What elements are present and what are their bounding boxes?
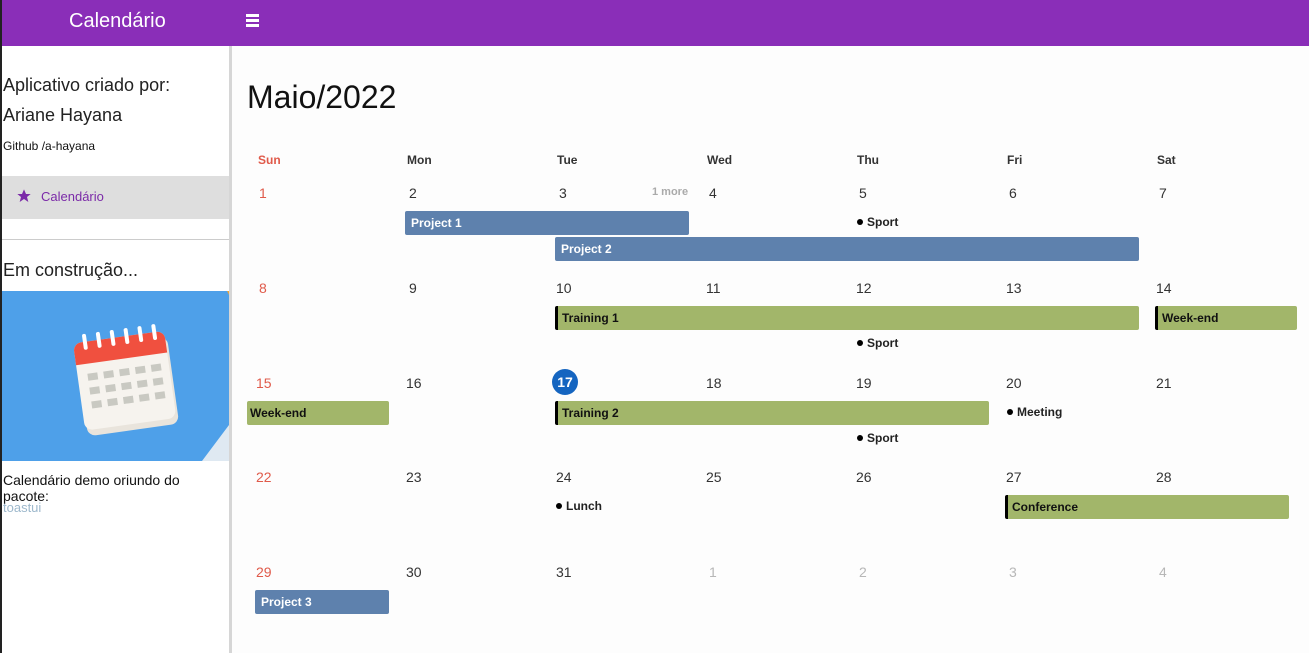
- weekday-header: Wed: [707, 153, 733, 167]
- day-cell[interactable]: 22: [256, 469, 280, 485]
- event-lunch[interactable]: Lunch: [556, 498, 602, 514]
- event-project3[interactable]: Project 3: [255, 590, 389, 614]
- day-cell[interactable]: 2: [409, 185, 433, 201]
- weekday-header: Tue: [557, 153, 578, 167]
- event-project1[interactable]: Project 1: [405, 211, 689, 235]
- calendar-panel: Maio/2022 Sun Mon Tue Wed Thu Fri Sat 1 …: [232, 46, 1309, 653]
- sidebar-item-label: Calendário: [41, 189, 104, 204]
- event-weekend[interactable]: Week-end: [1155, 306, 1297, 330]
- day-cell[interactable]: 26: [856, 469, 880, 485]
- day-cell[interactable]: 2: [859, 564, 883, 580]
- day-cell[interactable]: 31: [556, 564, 580, 580]
- weekday-header: Sun: [258, 153, 281, 167]
- day-cell[interactable]: 19: [856, 375, 880, 391]
- event-sport[interactable]: Sport: [857, 214, 898, 230]
- top-app-bar: Calendário: [0, 0, 1309, 46]
- event-sport[interactable]: Sport: [857, 430, 898, 446]
- weekday-header: Sat: [1157, 153, 1176, 167]
- day-cell[interactable]: 29: [256, 564, 280, 580]
- created-by-label: Aplicativo criado por:: [3, 75, 171, 95]
- github-label: Github /a-hayana: [3, 139, 96, 153]
- day-cell[interactable]: 3: [1009, 564, 1033, 580]
- sidebar: Aplicativo criado por: Ariane Hayana Git…: [2, 46, 232, 653]
- calendar-icon: [74, 291, 232, 461]
- sidebar-divider: [2, 239, 229, 240]
- day-cell[interactable]: 5: [859, 185, 883, 201]
- weekday-header: Thu: [857, 153, 879, 167]
- day-cell[interactable]: 25: [706, 469, 730, 485]
- day-cell[interactable]: 4: [1159, 564, 1183, 580]
- day-cell[interactable]: 6: [1009, 185, 1033, 201]
- sidebar-item-calendar[interactable]: Calendário: [2, 176, 229, 219]
- event-meeting[interactable]: Meeting: [1007, 404, 1062, 420]
- event-weekend[interactable]: Week-end: [247, 401, 389, 425]
- day-cell[interactable]: 18: [706, 375, 730, 391]
- calendar-illustration: [2, 291, 232, 461]
- more-events-link[interactable]: 1 more: [652, 186, 688, 198]
- day-cell[interactable]: 13: [1006, 280, 1030, 296]
- day-cell[interactable]: 24: [556, 469, 580, 485]
- day-cell[interactable]: 1: [709, 564, 733, 580]
- day-cell[interactable]: 8: [259, 280, 283, 296]
- day-cell[interactable]: 7: [1159, 185, 1183, 201]
- hamburger-icon[interactable]: [246, 12, 262, 28]
- day-cell[interactable]: 10: [556, 280, 580, 296]
- day-cell[interactable]: 28: [1156, 469, 1180, 485]
- event-training1[interactable]: Training 1: [555, 306, 1139, 330]
- day-cell[interactable]: 1: [259, 185, 283, 201]
- event-conference[interactable]: Conference: [1005, 495, 1289, 519]
- weekday-header: Fri: [1007, 153, 1023, 167]
- event-project2[interactable]: Project 2: [555, 237, 1139, 261]
- event-sport[interactable]: Sport: [857, 335, 898, 351]
- day-cell[interactable]: 4: [709, 185, 733, 201]
- author-name: Ariane Hayana: [3, 105, 123, 125]
- package-link[interactable]: toastui: [3, 500, 41, 515]
- day-cell[interactable]: 9: [409, 280, 433, 296]
- day-cell[interactable]: 16: [406, 375, 430, 391]
- day-cell[interactable]: 21: [1156, 375, 1180, 391]
- day-cell[interactable]: 23: [406, 469, 430, 485]
- today-marker[interactable]: 17: [552, 369, 578, 395]
- day-cell[interactable]: 20: [1006, 375, 1030, 391]
- day-cell[interactable]: 30: [406, 564, 430, 580]
- month-title: Maio/2022: [247, 79, 397, 115]
- day-cell[interactable]: 12: [856, 280, 880, 296]
- app-title: Calendário: [69, 10, 166, 32]
- weekday-header: Mon: [407, 153, 432, 167]
- star-icon: [17, 189, 31, 202]
- day-cell[interactable]: 14: [1156, 280, 1180, 296]
- construction-heading: Em construção...: [3, 260, 139, 280]
- day-cell[interactable]: 15: [256, 375, 280, 391]
- day-cell[interactable]: 11: [706, 280, 730, 296]
- day-cell[interactable]: 3: [559, 185, 583, 201]
- event-training2[interactable]: Training 2: [555, 401, 989, 425]
- day-cell[interactable]: 27: [1006, 469, 1030, 485]
